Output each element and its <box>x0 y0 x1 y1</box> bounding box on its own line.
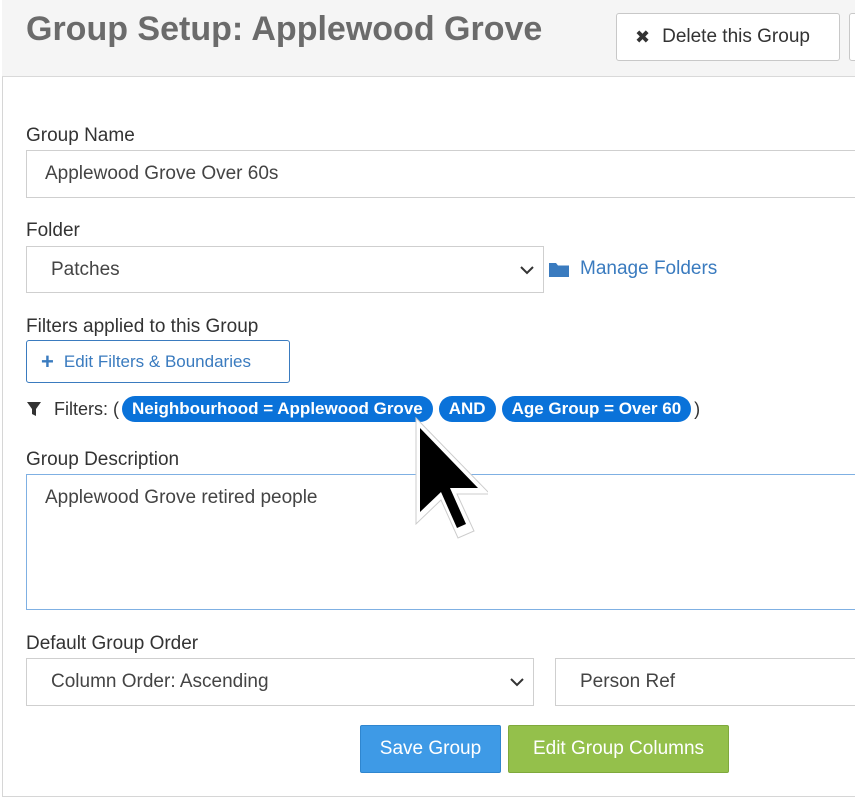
edit-filters-button[interactable]: + Edit Filters & Boundaries <box>26 340 290 383</box>
folder-select[interactable]: Patches <box>26 246 544 293</box>
folder-value: Patches <box>51 258 120 280</box>
edit-group-columns-button[interactable]: Edit Group Columns <box>508 725 729 773</box>
order-column-value: Person Ref <box>580 671 676 692</box>
chevron-down-icon <box>510 678 524 687</box>
delete-group-label: Delete this Group <box>662 26 810 47</box>
save-group-button[interactable]: Save Group <box>360 725 501 773</box>
group-order-label: Default Group Order <box>26 633 199 654</box>
group-name-input[interactable]: Applewood Grove Over 60s <box>26 150 855 198</box>
filters-summary: Filters: ( Neighbourhood = Applewood Gro… <box>26 396 700 422</box>
filters-prefix: Filters: ( <box>54 398 119 419</box>
close-icon: ✖ <box>635 26 651 47</box>
filters-suffix: ) <box>694 398 701 419</box>
filter-pill-age-group[interactable]: Age Group = Over 60 <box>501 396 692 422</box>
folder-label: Folder <box>26 220 80 241</box>
filter-pill-neighbourhood[interactable]: Neighbourhood = Applewood Grove <box>122 396 433 422</box>
group-name-label: Group Name <box>26 125 135 146</box>
delete-group-button[interactable]: ✖ Delete this Group <box>616 13 840 61</box>
chevron-down-icon <box>520 265 534 274</box>
description-label: Group Description <box>26 449 180 470</box>
header-secondary-button[interactable] <box>849 13 855 61</box>
group-name-value: Applewood Grove Over 60s <box>45 163 279 184</box>
funnel-icon <box>27 402 41 416</box>
order-column-select[interactable]: Person Ref <box>555 658 855 706</box>
edit-filters-label: Edit Filters & Boundaries <box>63 351 251 371</box>
order-direction-select[interactable]: Column Order: Ascending <box>26 658 534 706</box>
order-direction-value: Column Order: Ascending <box>51 671 269 692</box>
mouse-pointer-icon <box>415 416 488 539</box>
filters-label: Filters applied to this Group <box>26 316 259 337</box>
manage-folders-label: Manage Folders <box>580 258 718 279</box>
page-title: Group Setup: Applewood Grove <box>26 10 543 48</box>
plus-icon: + <box>41 348 54 374</box>
manage-folders-link[interactable]: Manage Folders <box>548 258 717 280</box>
folder-icon <box>549 263 569 277</box>
